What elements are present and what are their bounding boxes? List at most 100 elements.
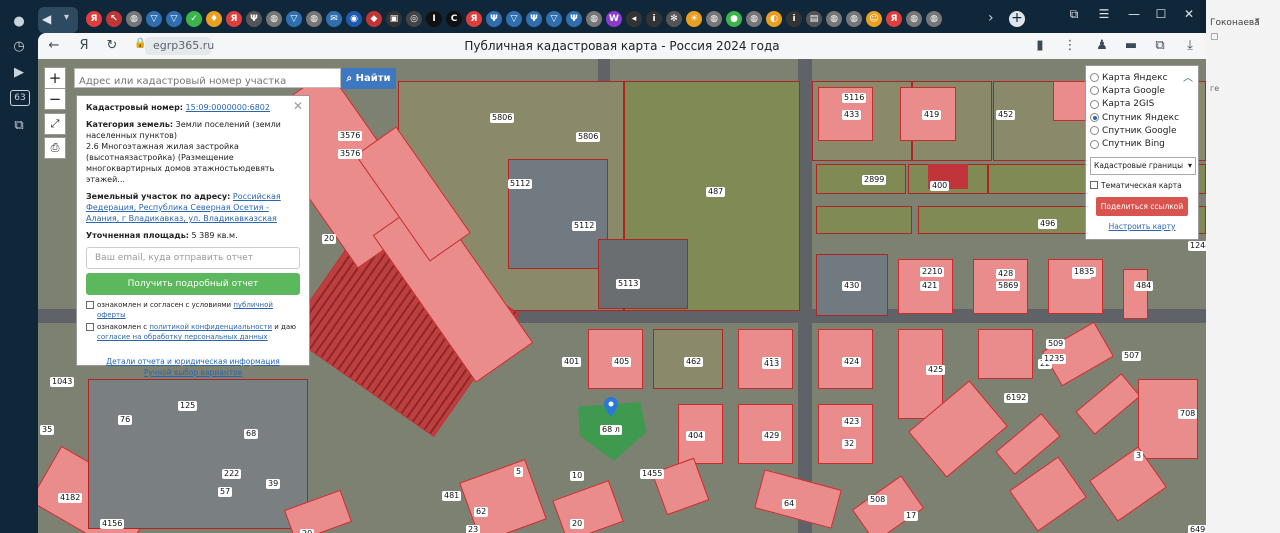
tab-favicon-fork-2[interactable]: Ψ — [486, 11, 502, 27]
parcel-label[interactable]: 507 — [1122, 351, 1142, 361]
user-name[interactable]: Гоконаева — [1210, 18, 1260, 28]
tab-favicon-gray-4[interactable]: ◍ — [586, 11, 602, 27]
tab-favicon-yandex-3[interactable]: Я — [466, 11, 482, 27]
tab-favicon-dark[interactable]: ▣ — [386, 11, 402, 27]
tab-favicon-gray-5[interactable]: ◍ — [706, 11, 722, 27]
screenshot-icon[interactable]: ⧉ — [7, 116, 31, 136]
parcel-label[interactable]: 1835 — [1072, 267, 1097, 277]
parcel-label[interactable]: 64 — [782, 499, 797, 509]
radio-button[interactable] — [1090, 113, 1099, 123]
parcel-label[interactable]: 76 — [118, 415, 133, 425]
parcel-label[interactable]: 5869 — [996, 281, 1021, 291]
restore-tabs-icon[interactable]: ⧉ — [1065, 6, 1083, 22]
parcel-label[interactable]: 62 — [474, 507, 489, 517]
parcel-label[interactable]: 57 — [218, 487, 233, 497]
tab-favicon-check[interactable]: ✓ — [186, 11, 202, 27]
parcel-label[interactable]: 481 — [442, 491, 462, 501]
close-window-button[interactable]: ✕ — [1180, 6, 1198, 22]
speaker-icon[interactable]: ◀ — [42, 12, 51, 26]
parcel-label[interactable]: 508 — [868, 495, 888, 505]
radio-button[interactable] — [1090, 99, 1099, 109]
report-details-link[interactable]: Детали отчета и юридическая информация — [106, 357, 280, 366]
tab-favicon-shield-5[interactable]: ▽ — [546, 11, 562, 27]
parcel-label[interactable]: 3576 — [338, 149, 363, 159]
parcel-label[interactable]: 68 — [244, 429, 259, 439]
thematic-map-toggle[interactable]: Тематическая карта — [1090, 181, 1194, 190]
play-icon[interactable]: ▶ — [7, 63, 31, 83]
parcel-label[interactable]: 5806 — [576, 132, 601, 142]
tab-favicon-black[interactable]: I — [426, 11, 442, 27]
parcel-label[interactable]: 462 — [684, 357, 704, 367]
person-icon[interactable]: ▢ — [1210, 32, 1219, 42]
parcel-label[interactable]: 1455 — [640, 469, 665, 479]
radio-button[interactable] — [1090, 139, 1099, 149]
parcel-label[interactable]: 5112 — [572, 221, 597, 231]
parcel-label[interactable]: 6496 — [1188, 525, 1206, 533]
print-icon[interactable]: ⎙ — [44, 137, 66, 159]
email-field[interactable]: Ваш email, куда отправить отчет — [86, 247, 300, 269]
chevron-down-icon[interactable]: ▾ — [64, 12, 69, 23]
data-consent-link[interactable]: согласие на обработку персональных данны… — [97, 333, 268, 341]
parcel-label[interactable]: 424 — [842, 357, 862, 367]
tab-favicon-fork-3[interactable]: Ψ — [526, 11, 542, 27]
tab-favicon-yandex-4[interactable]: Я — [886, 11, 902, 27]
parcel-label[interactable]: 2899 — [862, 175, 887, 185]
basemap-option[interactable]: Карта Яндекс — [1090, 71, 1194, 84]
menu-dots-icon[interactable]: ⋮ — [1062, 38, 1078, 54]
zoom-in-button[interactable]: + — [44, 67, 66, 89]
offer-checkbox[interactable] — [86, 301, 94, 309]
tab-favicon-shield-2[interactable]: ▽ — [166, 11, 182, 27]
tab-favicon-mail[interactable]: ✉ — [326, 11, 342, 27]
tab-favicon-fork[interactable]: Ψ — [246, 11, 262, 27]
tab-favicon-fork-4[interactable]: Ψ — [566, 11, 582, 27]
configure-map-link[interactable]: Настроить карту — [1090, 222, 1194, 231]
parcel-label[interactable]: 430 — [842, 281, 862, 291]
basemap-option[interactable]: Спутник Google — [1090, 124, 1194, 137]
parcel-label[interactable]: 68 л — [600, 425, 622, 435]
tab-favicon-face[interactable]: ☺ — [866, 11, 882, 27]
tab-favicon-gray-8[interactable]: ◍ — [846, 11, 862, 27]
parcel-label[interactable]: 1244 — [1188, 241, 1206, 251]
parcel-label[interactable]: 222 — [222, 469, 242, 479]
radio-button[interactable] — [1090, 73, 1099, 83]
basemap-option[interactable]: Карта 2GIS — [1090, 98, 1194, 111]
tab-favicon-gray-2[interactable]: ◍ — [266, 11, 282, 27]
tab-favicon-gray-9[interactable]: ◍ — [906, 11, 922, 27]
parcel-label[interactable]: 3576 — [338, 131, 363, 141]
maximize-button[interactable]: ☐ — [1152, 6, 1170, 22]
bookmark-icon[interactable]: ▮ — [1032, 38, 1048, 54]
parcel-label[interactable]: 4156 — [100, 519, 125, 529]
parcel-label[interactable]: 413 — [762, 359, 782, 369]
parcel-label[interactable]: 23 — [466, 525, 481, 533]
layer-select[interactable]: Кадастровые границы ▾ — [1090, 156, 1196, 175]
chevron-up-icon[interactable]: ︿ — [1183, 69, 1193, 84]
parcel-label[interactable]: 401 — [562, 357, 582, 367]
tab-favicon-gray-7[interactable]: ◍ — [826, 11, 842, 27]
tab-favicon-red[interactable]: ↖ — [106, 11, 122, 27]
tab-favicon-shield-4[interactable]: ▽ — [506, 11, 522, 27]
map-search-box[interactable] — [74, 68, 341, 91]
parcel-label[interactable]: 433 — [842, 110, 862, 120]
tab-favicon-gray-3[interactable]: ◍ — [306, 11, 322, 27]
tab-favicon-pin[interactable]: ♦ — [206, 11, 222, 27]
tab-favicon-dark-2[interactable]: ◂ — [626, 11, 642, 27]
thematic-checkbox[interactable] — [1090, 181, 1098, 190]
parcel-label[interactable]: 20 — [300, 529, 315, 533]
parcel-label[interactable]: 404 — [686, 431, 706, 441]
tab-favicon-orange[interactable]: ◐ — [766, 11, 782, 27]
parcel-label[interactable]: 429 — [762, 431, 782, 441]
tabs-more-icon[interactable]: › — [988, 10, 994, 26]
tab-favicon-dark-3[interactable]: i — [646, 11, 662, 27]
parcel-label[interactable]: 3 — [1134, 451, 1144, 461]
parcel-label[interactable]: 1235 — [1042, 354, 1067, 364]
privacy-checkbox[interactable] — [86, 323, 94, 331]
map-search-input[interactable] — [75, 72, 340, 91]
basemap-option[interactable]: Спутник Bing — [1090, 137, 1194, 150]
parcel-label[interactable]: 400 — [930, 181, 950, 191]
parcel-label[interactable]: 496 — [1038, 219, 1058, 229]
parcel-label[interactable]: 405 — [612, 357, 632, 367]
radio-button[interactable] — [1090, 86, 1099, 96]
privacy-consent[interactable]: ознакомлен с политикой конфиденциальност… — [86, 322, 300, 342]
extension-icon[interactable]: ♟ — [1094, 38, 1110, 54]
parcel-label[interactable]: 20 — [570, 519, 585, 529]
